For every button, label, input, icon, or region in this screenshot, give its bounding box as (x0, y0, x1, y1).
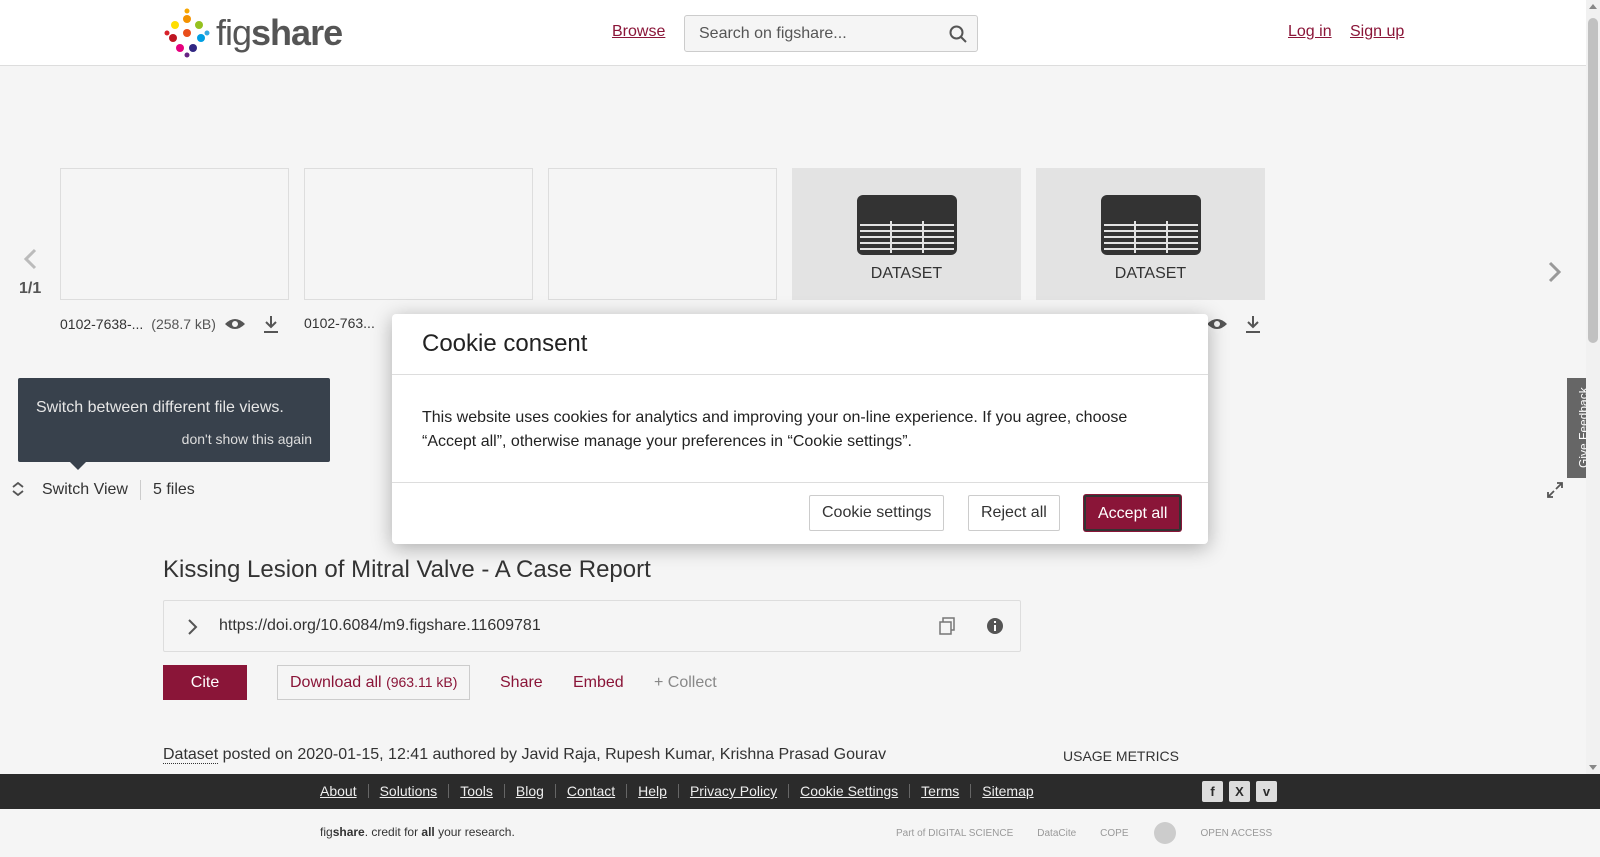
credit-all: all (421, 825, 435, 839)
open-access-logo[interactable]: OPEN ACCESS (1201, 828, 1273, 839)
dialog-footer: Cookie settings Reject all Accept all (392, 482, 1208, 544)
x-twitter-icon[interactable]: X (1229, 781, 1250, 802)
footer-link-contact[interactable]: Contact (556, 784, 628, 798)
scroll-up-arrow[interactable] (1589, 4, 1597, 9)
footer-link-terms[interactable]: Terms (910, 784, 972, 798)
footer-link-cookie-settings[interactable]: Cookie Settings (789, 784, 911, 798)
dialog-title: Cookie consent (422, 330, 588, 357)
vimeo-icon[interactable]: v (1256, 781, 1277, 802)
facebook-icon[interactable]: f (1202, 781, 1223, 802)
footer-link-tools[interactable]: Tools (449, 784, 505, 798)
scroll-down-arrow[interactable] (1589, 765, 1597, 770)
cope-logo[interactable]: COPE (1100, 828, 1128, 839)
dialog-header: Cookie consent (392, 314, 1208, 375)
footer-credit: figshare. credit for all your research. (320, 825, 515, 839)
datacite-logo[interactable]: DataCite (1037, 828, 1076, 839)
page-scrollbar[interactable] (1586, 0, 1600, 774)
footer-link-solutions[interactable]: Solutions (369, 784, 450, 798)
cookie-consent-dialog: Cookie consent This website uses cookies… (392, 314, 1208, 544)
footer-links: About Solutions Tools Blog Contact Help … (320, 784, 1045, 798)
partner-logos: Part of DIGITAL SCIENCE DataCite COPE OP… (896, 821, 1272, 845)
cookie-settings-button[interactable]: Cookie settings (809, 495, 945, 531)
accept-all-button[interactable]: Accept all (1084, 495, 1182, 531)
footer-link-help[interactable]: Help (627, 784, 679, 798)
footer-link-blog[interactable]: Blog (505, 784, 556, 798)
footer-nav: About Solutions Tools Blog Contact Help … (0, 774, 1600, 809)
credit-mid: . credit for (364, 825, 422, 839)
globe-logo-icon[interactable] (1153, 821, 1177, 845)
footer-bottom: figshare. credit for all your research. … (0, 809, 1600, 857)
footer-link-privacy[interactable]: Privacy Policy (679, 784, 790, 798)
dialog-body: This website uses cookies for analytics … (422, 409, 1128, 450)
credit-fig: fig (320, 825, 333, 839)
social-links: f X v (1202, 781, 1277, 802)
scroll-thumb[interactable] (1588, 18, 1598, 343)
digital-science-logo[interactable]: Part of DIGITAL SCIENCE (896, 828, 1013, 839)
credit-end: your research. (434, 825, 515, 839)
footer-link-sitemap[interactable]: Sitemap (971, 784, 1044, 798)
footer-link-about[interactable]: About (320, 784, 369, 798)
reject-all-button[interactable]: Reject all (968, 495, 1060, 531)
credit-share: share (332, 825, 365, 839)
